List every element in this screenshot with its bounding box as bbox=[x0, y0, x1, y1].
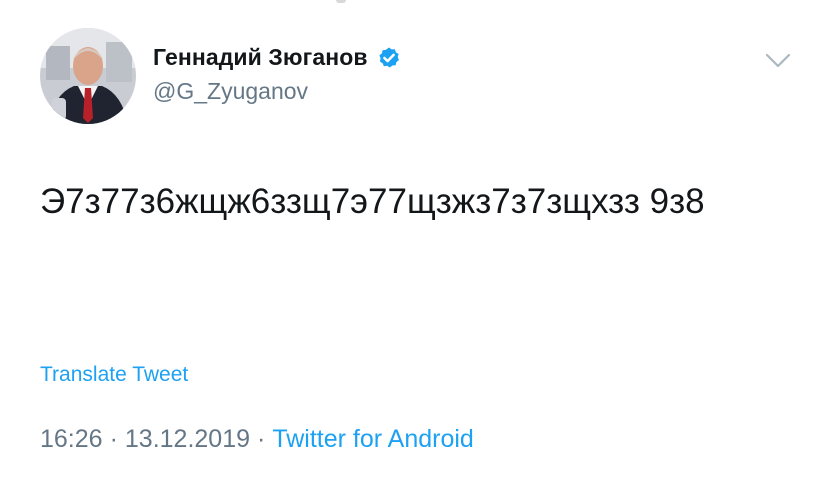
chevron-down-icon[interactable] bbox=[764, 52, 792, 70]
translate-tweet-link[interactable]: Translate Tweet bbox=[40, 363, 188, 387]
top-edge-fragment bbox=[336, 0, 346, 3]
tweet-source-link[interactable]: Twitter for Android bbox=[272, 425, 473, 453]
tweet-time: 16:26 bbox=[40, 425, 103, 453]
avatar[interactable] bbox=[40, 28, 136, 124]
verified-badge-icon bbox=[379, 47, 399, 67]
tweet-text: Э7з77з6жщж6ззщ7э77щзжз7з7зщхзз 9з8 bbox=[40, 182, 705, 221]
meta-separator: · bbox=[109, 425, 118, 453]
meta-separator: · bbox=[257, 425, 266, 453]
author-name-row[interactable]: Геннадий Зюганов bbox=[153, 44, 401, 71]
tweet-date: 13.12.2019 bbox=[124, 425, 251, 453]
tweet-metadata: 16:26 · 13.12.2019 · Twitter for Android bbox=[40, 425, 474, 454]
author-handle[interactable]: @G_Zyuganov bbox=[153, 78, 308, 105]
author-display-name[interactable]: Геннадий Зюганов bbox=[153, 44, 368, 71]
